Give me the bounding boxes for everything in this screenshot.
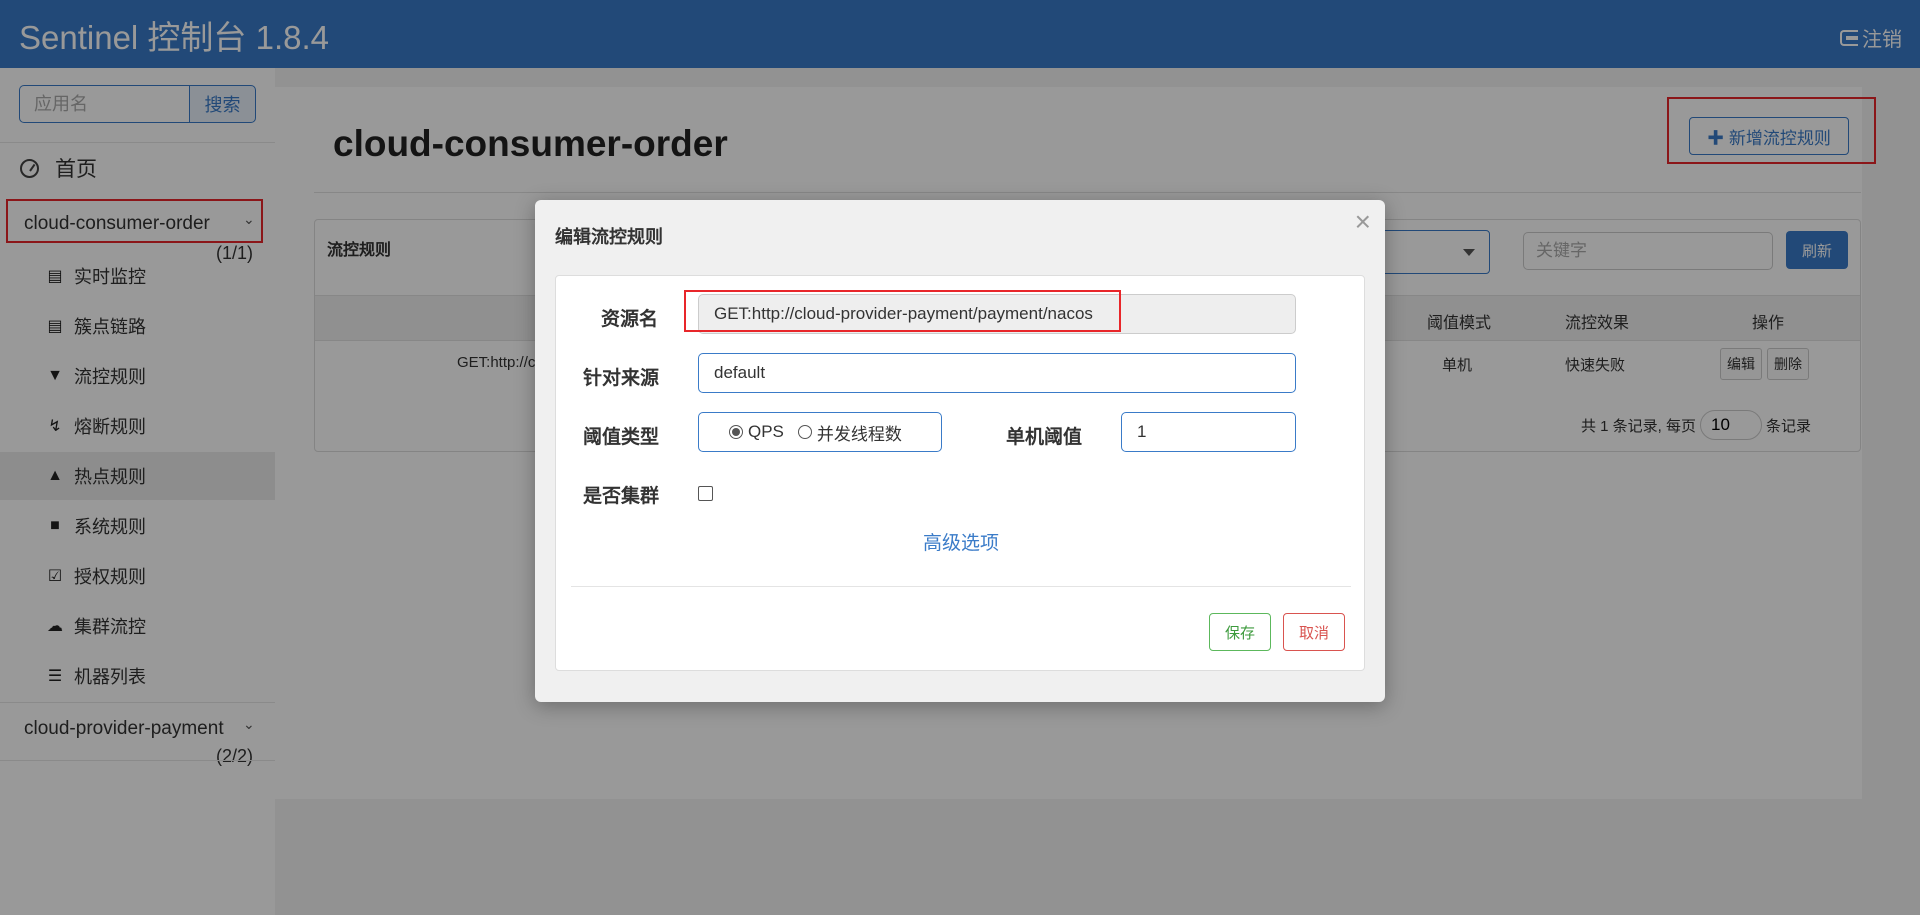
resource-label: 资源名	[601, 309, 659, 330]
radio-threads[interactable]: 并发线程数	[797, 420, 902, 445]
limit-origin-field[interactable]	[698, 353, 1296, 393]
close-icon[interactable]: ×	[1355, 206, 1371, 238]
radio-qps-label: QPS	[748, 422, 784, 441]
resource-name-field	[698, 294, 1296, 334]
threshold-type-radios: QPS 并发线程数	[698, 412, 942, 452]
radio-checked-icon[interactable]	[729, 425, 743, 439]
cluster-mode-checkbox[interactable]	[698, 486, 713, 501]
advanced-options-link[interactable]: 高级选项	[556, 528, 1366, 555]
radio-unchecked-icon[interactable]	[797, 425, 812, 439]
form-divider	[571, 586, 1351, 587]
save-button[interactable]: 保存	[1209, 613, 1271, 651]
origin-label: 针对来源	[583, 368, 660, 389]
cluster-label: 是否集群	[583, 486, 660, 507]
threshold-count-field[interactable]	[1121, 412, 1296, 452]
radio-threads-label: 并发线程数	[816, 424, 902, 444]
radio-qps[interactable]: QPS	[729, 422, 784, 442]
threshold-label: 单机阈值	[1006, 427, 1083, 448]
cancel-button[interactable]: 取消	[1283, 613, 1345, 651]
threshold-type-label: 阈值类型	[583, 427, 660, 448]
dialog-title: 编辑流控规则	[555, 227, 663, 247]
dialog-form: 资源名 针对来源 阈值类型 QPS 并发线程数 单机阈值 是否集群 高级选项 保…	[555, 275, 1365, 671]
edit-flow-rule-dialog: 编辑流控规则 × 资源名 针对来源 阈值类型 QPS 并发线程数 单机阈值 是否…	[535, 200, 1385, 702]
